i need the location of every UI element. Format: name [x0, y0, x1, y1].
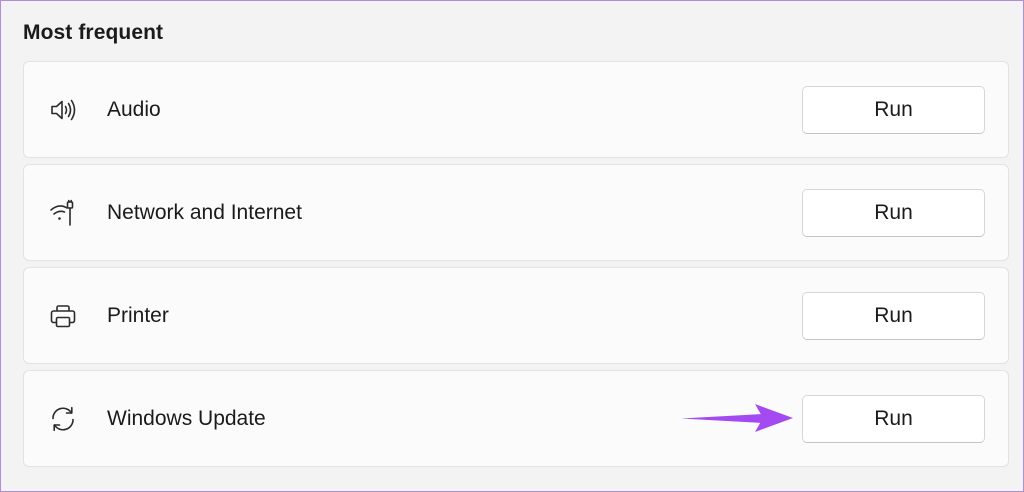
troubleshooter-item-network: Network and Internet Run	[23, 164, 1009, 261]
run-button-printer[interactable]: Run	[802, 291, 985, 340]
run-button-windows-update[interactable]: Run	[802, 394, 985, 443]
troubleshooter-item-windows-update: Windows Update Run	[23, 370, 1009, 467]
troubleshooter-label: Printer	[107, 303, 169, 327]
section-title: Most frequent	[23, 21, 164, 44]
troubleshooter-label: Audio	[107, 97, 161, 121]
troubleshooter-list: Audio Run Network and Internet Run Print…	[23, 61, 1009, 473]
run-button-network[interactable]: Run	[802, 188, 985, 237]
sync-icon	[48, 404, 78, 434]
run-button-audio[interactable]: Run	[802, 85, 985, 134]
troubleshooter-item-printer: Printer Run	[23, 267, 1009, 364]
arrow-icon	[681, 404, 793, 432]
troubleshooter-item-audio: Audio Run	[23, 61, 1009, 158]
speaker-icon	[48, 95, 78, 125]
troubleshooter-label: Network and Internet	[107, 200, 302, 224]
network-icon	[48, 198, 78, 228]
printer-icon	[48, 301, 78, 331]
troubleshooter-label: Windows Update	[107, 406, 266, 430]
